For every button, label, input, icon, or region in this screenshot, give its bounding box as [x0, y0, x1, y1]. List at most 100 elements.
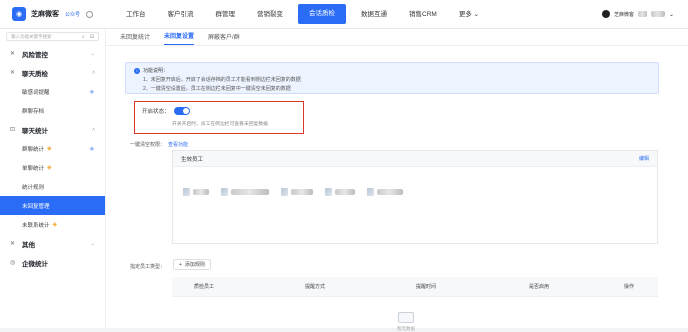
search-input[interactable]: 输入功能关键字搜索 ⌕ ⊟ — [6, 32, 99, 41]
plus-icon: + — [179, 261, 182, 268]
sidebar-item-label: 未回复管理 — [22, 203, 50, 210]
sidebar-item-unlinked[interactable]: 未联系统计 ◈ — [0, 215, 105, 234]
brand[interactable]: ◉ 芝麻微客 公众号 — [0, 7, 110, 21]
tab-blocked[interactable]: 屏蔽客户/群 — [208, 32, 240, 45]
tab-unreplied-stats[interactable]: 未回复统计 — [120, 32, 150, 45]
vip-badge-icon: ◈ — [47, 165, 52, 171]
sidebar-item-unreplied[interactable]: 未回复管理 — [0, 196, 105, 215]
sidebar-item-label: 统计规则 — [22, 184, 45, 191]
chat-icon: ✕ — [10, 70, 16, 76]
info-notice: i 功能说明： 1、未回复开启后，开启了会话存档的员工才能看到侧边栏未回复的数据 … — [125, 62, 659, 94]
sidebar-item-label: 群聊统计 — [22, 146, 45, 153]
sidebar-group-label: 风险管控 — [22, 51, 48, 59]
account-icon — [601, 10, 610, 18]
brand-account[interactable]: 公众号 — [65, 11, 80, 18]
nav-data-sync[interactable]: 数据互通 — [350, 0, 398, 29]
employee-name-redacted — [377, 189, 403, 195]
sidebar: 输入功能关键字搜索 ⌕ ⊟ ✕ 风险管控 ⌄ ✕ 聊天质检 ˄ 敏感词提醒 ★ 群聊存档 ⊡… — [0, 29, 106, 328]
notice-line-2: 2、一键清空设置后，员工在侧边栏未回复中一键清空未回复的数据 — [143, 86, 291, 92]
col-enabled: 是否启用 — [529, 284, 550, 290]
info-icon: i — [134, 67, 140, 74]
add-rule-label: 添加规则 — [184, 262, 205, 268]
empty-text: 暂无数据 — [397, 326, 415, 331]
employee-chip — [183, 188, 209, 196]
user-menu[interactable]: 芝麻微客 ⌄ — [601, 10, 688, 18]
col-actions: 操作 — [624, 284, 635, 290]
nav-workbench[interactable]: 工作台 — [115, 0, 157, 29]
employee-card: 生效员工 编辑 — [172, 150, 658, 244]
sidebar-group-risk[interactable]: ✕ 风险管控 ⌄ — [0, 44, 105, 63]
sidebar-group-chatstats[interactable]: ⊡ 聊天统计 ˄ — [0, 120, 105, 139]
sidebar-item-sensitive[interactable]: 敏感词提醒 ★ — [0, 82, 105, 101]
sidebar-item-label: 群聊存档 — [22, 108, 45, 115]
sidebar-group-label: 聊天质检 — [22, 70, 48, 78]
vip-badge-icon: ◈ — [47, 146, 52, 152]
main-content: 未回复统计 未回复设置 屏蔽客户/群 i 功能说明： 1、未回复开启后，开启了会话… — [106, 29, 688, 331]
employee-name-redacted — [335, 189, 355, 195]
employee-chip — [367, 188, 403, 196]
switch-label: 开启状态： — [142, 109, 170, 115]
notice-line-1: 1、未回复开启后，开启了会话存档的员工才能看到侧边栏未回复的数据 — [143, 77, 301, 83]
search-placeholder: 输入功能关键字搜索 — [11, 33, 52, 39]
perm-link[interactable]: 查看功能 — [168, 142, 188, 148]
employee-chip — [221, 188, 269, 196]
brand-name: 芝麻微客 — [31, 11, 59, 18]
empty-state: 暂无数据 — [396, 312, 416, 332]
edit-employees-button[interactable]: 编辑 — [639, 155, 649, 162]
brand-logo-icon: ◉ — [12, 7, 26, 21]
star-icon[interactable]: ★ — [89, 88, 95, 96]
nav-marketing[interactable]: 营销裂变 — [246, 0, 294, 29]
avatar — [281, 188, 288, 196]
nav-customer-acquisition[interactable]: 客户引流 — [157, 0, 205, 29]
search-icon[interactable]: ⌕ — [82, 34, 85, 40]
col-remind-time: 提醒时间 — [416, 284, 437, 290]
sidebar-group-label: 其他 — [22, 241, 35, 249]
vip-badge-icon: ◈ — [52, 222, 58, 228]
top-nav: 工作台 客户引流 群管理 营销裂变 会话质检 数据互通 销售CRM 更多 ⌄ — [115, 0, 490, 29]
refresh-icon[interactable] — [86, 10, 94, 18]
col-remind-method: 提醒方式 — [305, 284, 326, 290]
sidebar-group-chatqc[interactable]: ✕ 聊天质检 ˄ — [0, 63, 105, 82]
clear-permission: 一键清空权限： 查看功能 — [130, 141, 188, 148]
sidebar-group-other[interactable]: ✕ 其他 ⌄ — [0, 234, 105, 253]
avatar — [183, 188, 190, 196]
employee-chip — [325, 188, 355, 196]
star-icon[interactable]: ★ — [89, 145, 95, 153]
employee-name-redacted — [291, 189, 313, 195]
enable-toggle[interactable] — [173, 107, 190, 115]
chevron-up-icon: ˄ — [92, 69, 95, 76]
switch-highlight-box: 开启状态： 开关开启时，员工在侧边栏可查看未回复数据 — [134, 101, 304, 134]
rule-type-label: 指定员工类型： — [130, 264, 166, 270]
perm-label: 一键清空权限： — [130, 142, 166, 148]
sidebar-item-label: 敏感词提醒 — [22, 89, 50, 96]
user-avatar — [637, 11, 647, 17]
tab-unreplied-settings[interactable]: 未回复设置 — [164, 31, 195, 45]
nav-sales-crm[interactable]: 销售CRM — [398, 0, 448, 29]
nav-group-management[interactable]: 群管理 — [205, 0, 247, 29]
other-icon: ✕ — [10, 241, 16, 247]
sidebar-item-label: 单聊统计 — [22, 165, 45, 172]
sidebar-item-group-stats[interactable]: 群聊统计 ◈ ★ — [0, 139, 105, 158]
sidebar-group-label: 企微统计 — [22, 260, 48, 268]
nav-session-qc[interactable]: 会话质检 — [298, 4, 346, 24]
sidebar-item-single-stats[interactable]: 单聊统计 ◈ — [0, 158, 105, 177]
chevron-down-icon: ⌄ — [668, 11, 674, 18]
chevron-up-icon: ˄ — [92, 126, 95, 133]
empty-box-icon — [398, 312, 414, 323]
nav-more[interactable]: 更多 ⌄ — [448, 0, 490, 29]
chevron-down-icon: ⌄ — [90, 240, 95, 247]
shield-icon: ✕ — [10, 51, 16, 57]
switch-hint: 开关开启时，员工在侧边栏可查看未回复数据 — [172, 122, 268, 127]
add-rule-button[interactable]: + 添加规则 — [173, 259, 211, 270]
avatar — [367, 188, 374, 196]
user-name: 芝麻微客 — [613, 11, 634, 18]
top-bar: ◉ 芝麻微客 公众号 工作台 客户引流 群管理 营销裂变 会话质检 数据互通 销… — [0, 0, 688, 29]
sidebar-item-stats-rule[interactable]: 统计规则 — [0, 177, 105, 196]
notice-title: 功能说明： — [143, 68, 169, 74]
collapse-icon[interactable]: ⊟ — [90, 34, 94, 40]
col-qc-employee: 质检员工 — [194, 284, 215, 290]
user-info-redacted — [650, 11, 665, 17]
sidebar-item-group-archive[interactable]: 群聊存档 — [0, 101, 105, 120]
sidebar-group-enterprise[interactable]: ◎ 企微统计 — [0, 253, 105, 272]
employee-chip — [281, 188, 313, 196]
